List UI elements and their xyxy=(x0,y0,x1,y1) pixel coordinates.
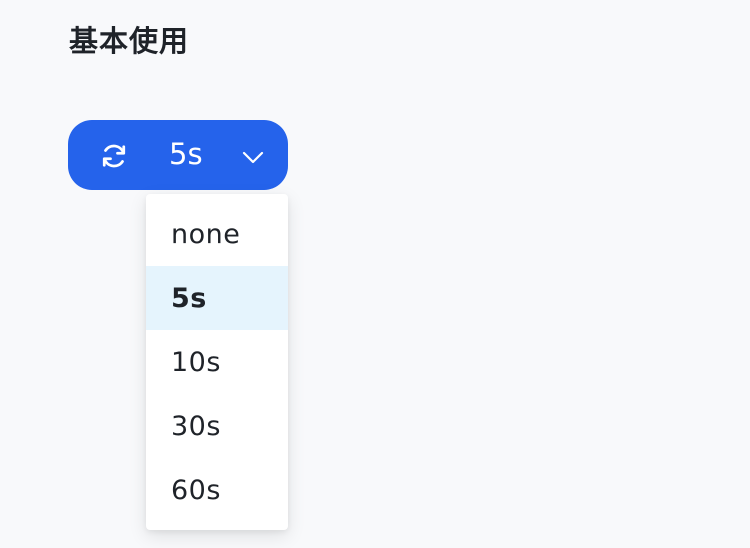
option-none[interactable]: none xyxy=(146,202,288,266)
option-5s[interactable]: 5s xyxy=(146,266,288,330)
refresh-icon xyxy=(102,144,126,168)
refresh-button[interactable] xyxy=(98,140,130,172)
auto-refresh-control: 5s xyxy=(68,120,288,190)
chevron-down-icon xyxy=(242,151,264,164)
interval-dropdown-toggle[interactable] xyxy=(238,142,268,172)
option-10s[interactable]: 10s xyxy=(146,330,288,394)
current-interval-value: 5s xyxy=(169,137,203,171)
option-30s[interactable]: 30s xyxy=(146,394,288,458)
interval-dropdown-menu: none 5s 10s 30s 60s xyxy=(146,194,288,530)
section-title: 基本使用 xyxy=(69,24,190,58)
option-60s[interactable]: 60s xyxy=(146,458,288,522)
